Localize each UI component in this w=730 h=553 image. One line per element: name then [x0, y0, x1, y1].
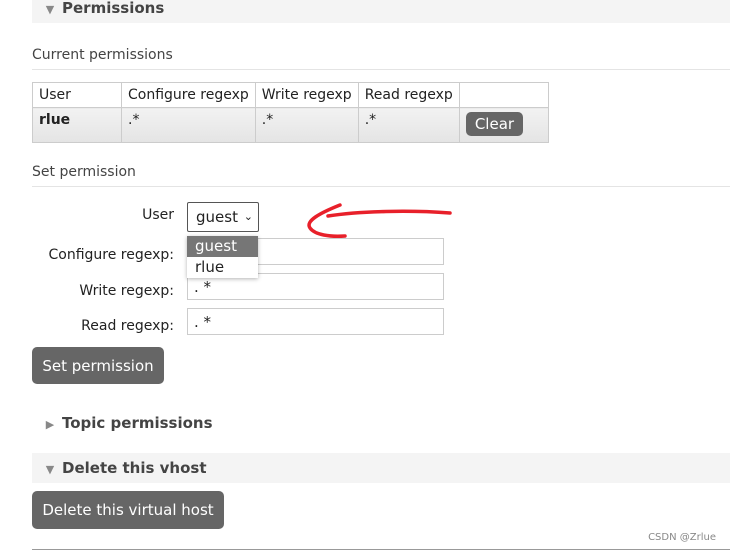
permissions-table: User Configure regexp Write regexp Read reg… — [32, 82, 549, 143]
chevron-down-icon: ⌄ — [243, 210, 253, 223]
delete-virtual-host-button[interactable]: Delete this virtual host — [32, 491, 224, 529]
option-rlue[interactable]: rlue — [187, 257, 258, 278]
collapse-triangle-icon: ▼ — [45, 3, 55, 16]
set-permission-button[interactable]: Set permission — [32, 347, 164, 384]
user-select[interactable]: guest ⌄ — [187, 202, 259, 232]
option-guest[interactable]: guest — [187, 236, 258, 257]
clear-button[interactable]: Clear — [465, 112, 524, 136]
collapse-triangle-icon: ▼ — [45, 463, 55, 476]
divider — [32, 549, 730, 550]
table-row: rlue .* .* .* Clear — [32, 107, 549, 143]
delete-vhost-section-header[interactable]: ▼ Delete this vhost — [32, 453, 730, 483]
red-arrow-annotation — [307, 203, 452, 238]
user-dropdown: guest rlue — [187, 236, 258, 278]
permissions-section-header[interactable]: ▼ Permissions — [32, 0, 730, 23]
current-permissions-title: Current permissions — [32, 47, 730, 70]
read-regexp-input[interactable]: . * — [187, 308, 444, 335]
watermark: CSDN @Zrlue — [648, 532, 716, 543]
topic-permissions-section-header[interactable]: ▶ Topic permissions — [32, 408, 730, 438]
expand-triangle-icon: ▶ — [45, 418, 55, 431]
set-permission-title: Set permission — [32, 164, 730, 187]
